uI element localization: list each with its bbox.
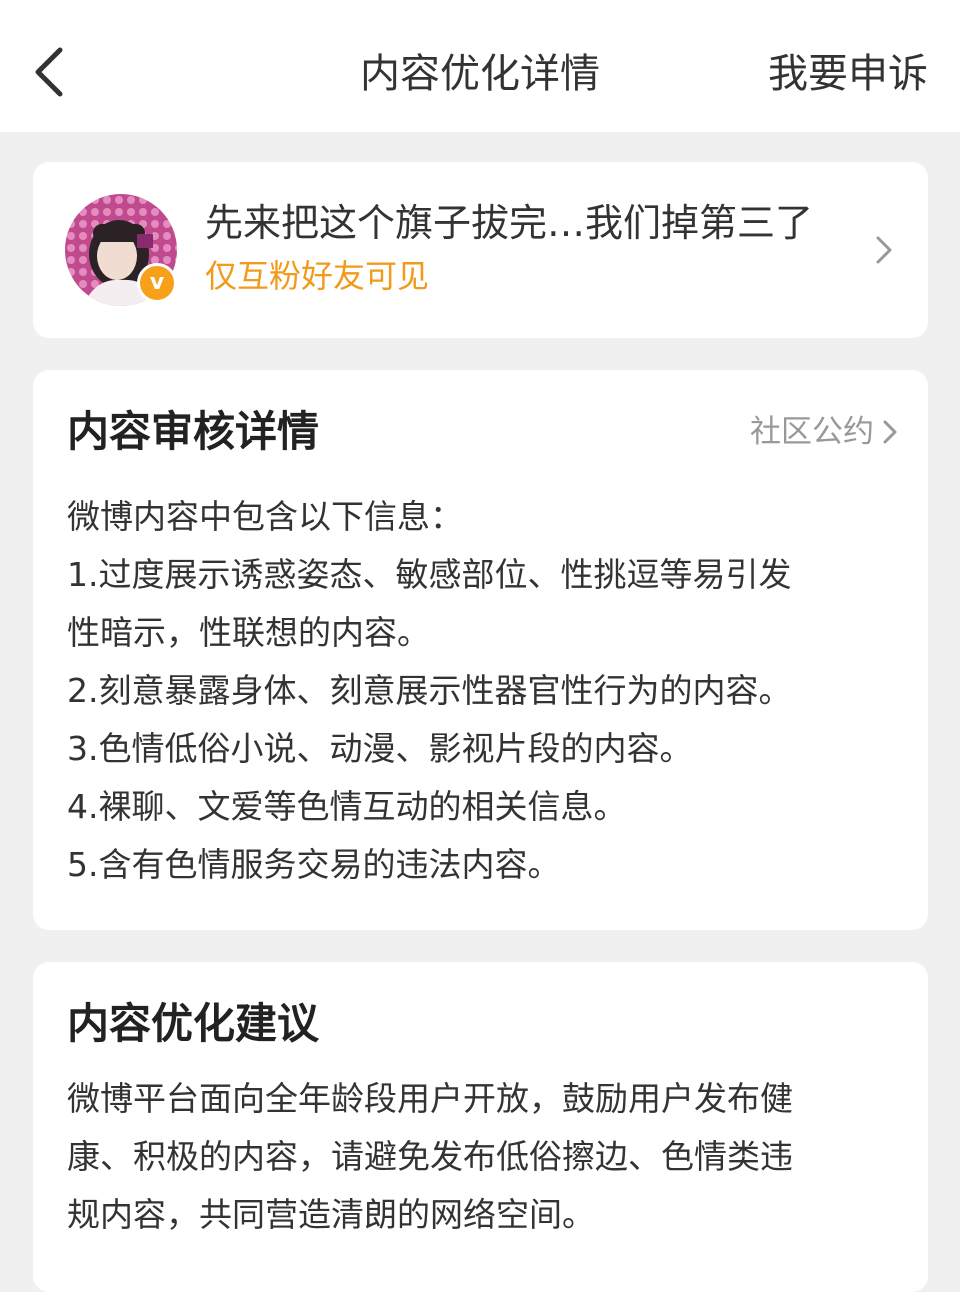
verified-badge-icon: v bbox=[137, 263, 177, 303]
chevron-right-icon bbox=[876, 236, 892, 264]
review-line: 1.过度展示诱惑姿态、敏感部位、性挑逗等易引发 bbox=[67, 555, 792, 594]
review-line: 性暗示，性联想的内容。 bbox=[67, 613, 430, 652]
review-line: 微博内容中包含以下信息： bbox=[67, 497, 463, 536]
community-convention-link[interactable]: 社区公约 bbox=[750, 410, 898, 454]
review-line: 4.裸聊、文爱等色情互动的相关信息。 bbox=[67, 787, 627, 826]
review-details-text: 微博内容中包含以下信息： 1.过度展示诱惑姿态、敏感部位、性挑逗等易引发 性暗示… bbox=[67, 488, 888, 894]
review-line: 5.含有色情服务交易的违法内容。 bbox=[67, 845, 561, 884]
chevron-right-icon bbox=[883, 420, 897, 444]
optimization-suggestion-card: 内容优化建议 微博平台面向全年龄段用户开放，鼓励用户发布健 康、积极的内容，请避… bbox=[33, 962, 928, 1292]
review-details-card: 内容审核详情 社区公约 微博内容中包含以下信息： 1.过度展示诱惑姿态、敏感部位… bbox=[33, 370, 928, 930]
post-excerpt: 先来把这个旗子拔完…我们掉第三了 bbox=[205, 201, 814, 245]
review-line: 3.色情低俗小说、动漫、影视片段的内容。 bbox=[67, 729, 693, 768]
review-section-title: 内容审核详情 bbox=[67, 407, 320, 456]
community-convention-label: 社区公约 bbox=[750, 414, 874, 450]
top-navigation-bar: 内容优化详情 我要申诉 bbox=[0, 0, 960, 132]
post-visibility: 仅互粉好友可见 bbox=[205, 257, 430, 295]
suggestion-text: 微博平台面向全年龄段用户开放，鼓励用户发布健 康、积极的内容，请避免发布低俗擦边… bbox=[67, 1070, 888, 1244]
appeal-button[interactable]: 我要申诉 bbox=[768, 44, 928, 104]
post-card[interactable]: v 先来把这个旗子拔完…我们掉第三了 仅互粉好友可见 bbox=[33, 162, 928, 338]
suggestion-line: 规内容，共同营造清朗的网络空间。 bbox=[67, 1195, 595, 1234]
suggestion-line: 微博平台面向全年龄段用户开放，鼓励用户发布健 bbox=[67, 1079, 793, 1118]
suggestion-line: 康、积极的内容，请避免发布低俗擦边、色情类违 bbox=[67, 1137, 793, 1176]
review-line: 2.刻意暴露身体、刻意展示性器官性行为的内容。 bbox=[67, 671, 792, 710]
suggestion-section-title: 内容优化建议 bbox=[67, 999, 320, 1048]
